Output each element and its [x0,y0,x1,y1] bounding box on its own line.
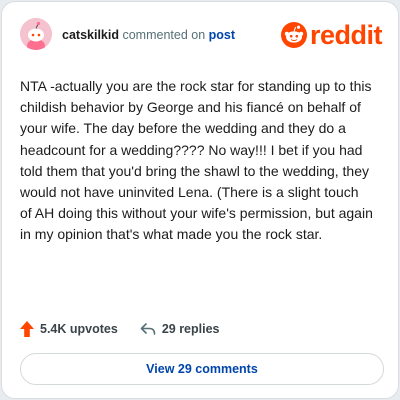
upvote-arrow-icon[interactable] [20,321,34,337]
comment-body: NTA -actually you are the rock star for … [20,78,373,243]
reddit-logo[interactable]: reddit [280,20,383,50]
brand-wordmark: reddit [309,20,383,50]
upvote-count[interactable]: 5.4K upvotes [40,322,118,336]
comment-actions: 5.4K upvotes 29 replies [20,319,220,339]
reply-arrow-icon[interactable] [140,322,156,336]
comment-header: catskilkid commented on post reddit [20,18,384,54]
comment-meta: catskilkid commented on post [62,28,235,42]
view-comments-button[interactable]: View 29 comments [20,353,384,385]
comment-card: catskilkid commented on post reddit NTA … [1,1,399,399]
reply-count[interactable]: 29 replies [162,322,220,336]
snoo-avatar-icon[interactable] [20,18,52,50]
post-link[interactable]: post [209,28,235,42]
author-name[interactable]: catskilkid [62,28,119,42]
reddit-snoo-icon [280,22,307,48]
commented-text: commented on [122,28,206,42]
